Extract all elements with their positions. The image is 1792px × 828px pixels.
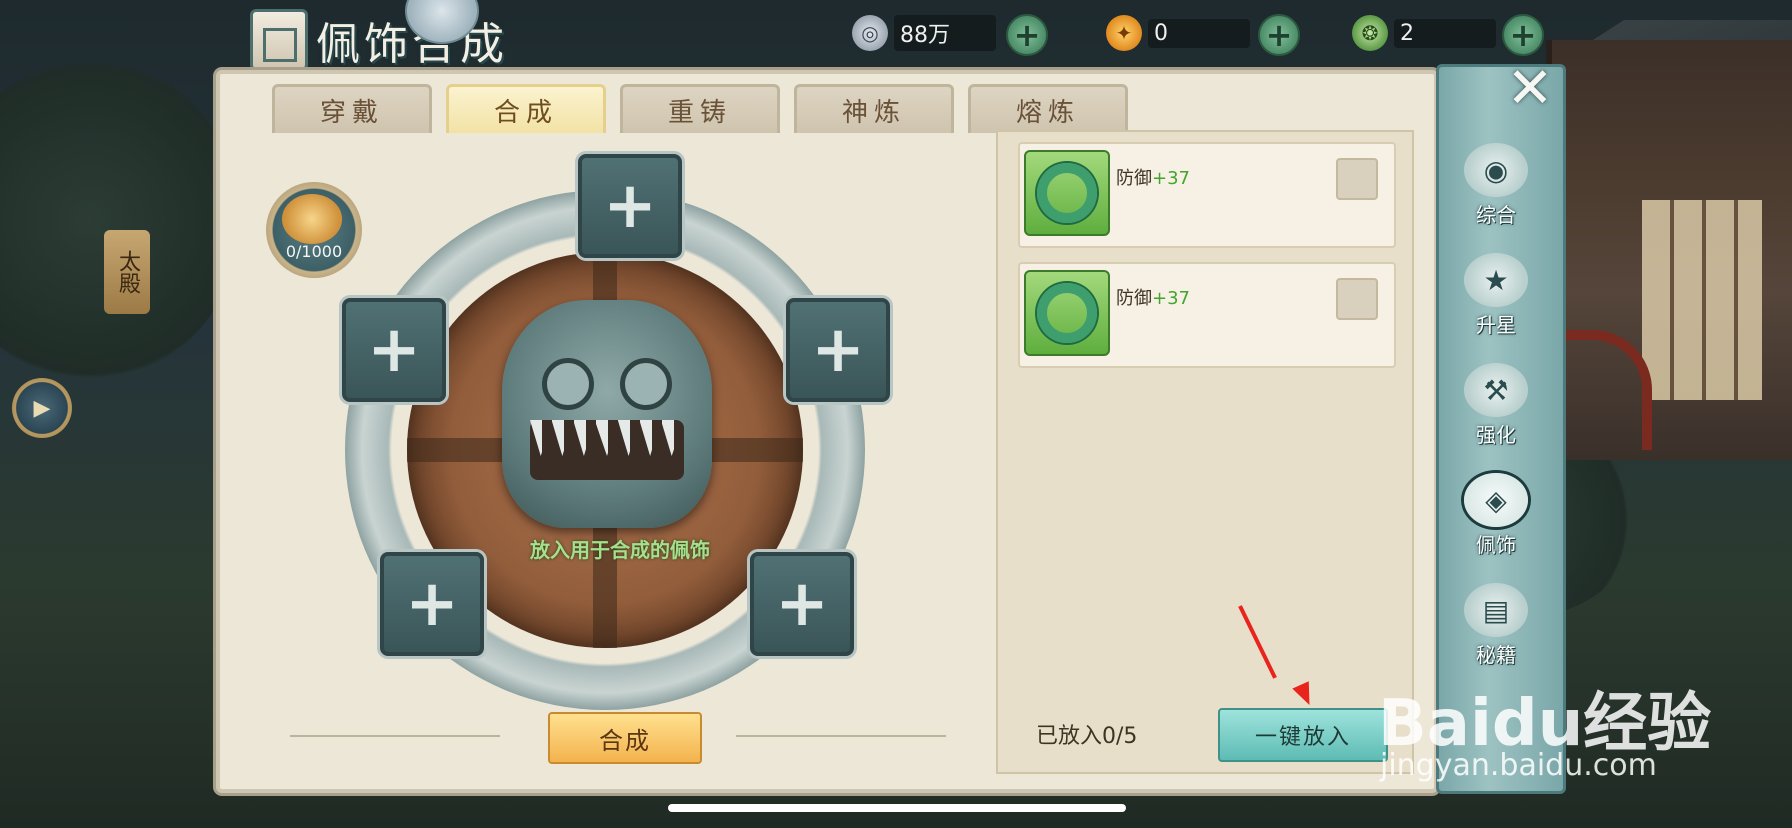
currency-jade: ❂ 2 (1352, 14, 1496, 52)
auto-place-button[interactable]: 一键放入 (1218, 708, 1388, 762)
currency-flame: ✦ 0 (1106, 14, 1250, 52)
swirl-icon: ◉ (1464, 143, 1528, 197)
item-checkbox[interactable] (1336, 158, 1378, 200)
nav-label: 秘籍 (1476, 643, 1516, 667)
nav-label: 综合 (1476, 203, 1516, 227)
nav-item-general[interactable]: ◉ 综合 (1446, 128, 1546, 228)
nav-label: 佩饰 (1476, 533, 1516, 557)
nav-label: 强化 (1476, 423, 1516, 447)
tab-synthesize[interactable]: 合成 (446, 84, 606, 133)
item-bonus: +37 (1152, 288, 1190, 309)
tab-divine-refine[interactable]: 神炼 (794, 84, 954, 133)
tab-smelt[interactable]: 熔炼 (968, 84, 1128, 133)
jade-token-icon: ❂ (1352, 15, 1388, 51)
close-icon[interactable]: ✕ (1504, 56, 1556, 121)
nav-label: 升星 (1476, 313, 1516, 337)
beast-teeth (530, 420, 684, 480)
material-slot-bottom-right[interactable]: + (750, 552, 854, 656)
currency-value: 88万 (894, 15, 996, 51)
jade-pendant-icon (1024, 270, 1110, 356)
material-slot-bottom-left[interactable]: + (380, 552, 484, 656)
nav-item-star-up[interactable]: ★ 升星 (1446, 238, 1546, 338)
material-slot-left[interactable]: + (342, 298, 446, 402)
treasure-icon (282, 194, 342, 244)
background-tree (0, 60, 240, 380)
plus-icon: + (775, 567, 829, 641)
divider (290, 735, 500, 737)
plus-icon: + (603, 169, 657, 243)
nav-item-enhance[interactable]: ⚒ 强化 (1446, 348, 1546, 448)
material-slot-right[interactable]: + (786, 298, 890, 402)
play-button[interactable]: ▶ (12, 378, 72, 438)
synthesize-button[interactable]: 合成 (548, 712, 702, 764)
item-checkbox[interactable] (1336, 278, 1378, 320)
nav-item-manual[interactable]: ▤ 秘籍 (1446, 568, 1546, 668)
gate-icon (250, 9, 308, 71)
pendant-icon: ◈ (1464, 473, 1528, 527)
stars-icon: ★ (1464, 253, 1528, 307)
plaque-text: 太殿 (115, 250, 140, 294)
background-door (1642, 200, 1762, 400)
synthesis-hint: 放入用于合成的佩饰 (530, 538, 710, 562)
watermark-url: jingyan.baidu.com (1380, 748, 1657, 783)
flame-icon: ✦ (1106, 15, 1142, 51)
add-silver-button[interactable]: + (1006, 14, 1048, 56)
item-bonus: +37 (1152, 168, 1190, 189)
beast-eye (542, 358, 594, 410)
location-plaque[interactable]: 太殿 (104, 230, 150, 314)
beast-head-icon (502, 300, 712, 528)
synthesis-medal[interactable]: 0/1000 (266, 182, 362, 278)
hammer-icon: ⚒ (1464, 363, 1528, 417)
add-jade-button[interactable]: + (1502, 14, 1544, 56)
material-slot-top[interactable]: + (578, 154, 682, 258)
item-stat: 防御 (1116, 288, 1152, 309)
medal-count: 0/1000 (285, 242, 343, 261)
nav-item-pendant[interactable]: ◈ 佩饰 (1446, 458, 1546, 558)
home-indicator[interactable] (668, 804, 1126, 812)
tab-wear[interactable]: 穿戴 (272, 84, 432, 133)
divider (736, 735, 946, 737)
coin-icon: ◎ (852, 15, 888, 51)
beast-eye (620, 358, 672, 410)
currency-silver: ◎ 88万 (852, 14, 996, 52)
list-item[interactable]: 防御+37 (1018, 262, 1396, 368)
placed-count: 已放入0/5 (1036, 724, 1138, 749)
plus-icon: + (367, 313, 421, 387)
currency-value: 0 (1148, 18, 1250, 48)
play-icon: ▶ (33, 395, 51, 421)
currency-value: 2 (1394, 18, 1496, 48)
tab-recast[interactable]: 重铸 (620, 84, 780, 133)
item-stat: 防御 (1116, 168, 1152, 189)
plus-icon: + (405, 567, 459, 641)
plus-icon: + (811, 313, 865, 387)
tab-bar: 穿戴 合成 重铸 神炼 熔炼 (272, 84, 1142, 133)
jade-pendant-icon (1024, 150, 1110, 236)
add-flame-button[interactable]: + (1258, 14, 1300, 56)
list-item[interactable]: 防御+37 (1018, 142, 1396, 248)
book-icon: ▤ (1464, 583, 1528, 637)
